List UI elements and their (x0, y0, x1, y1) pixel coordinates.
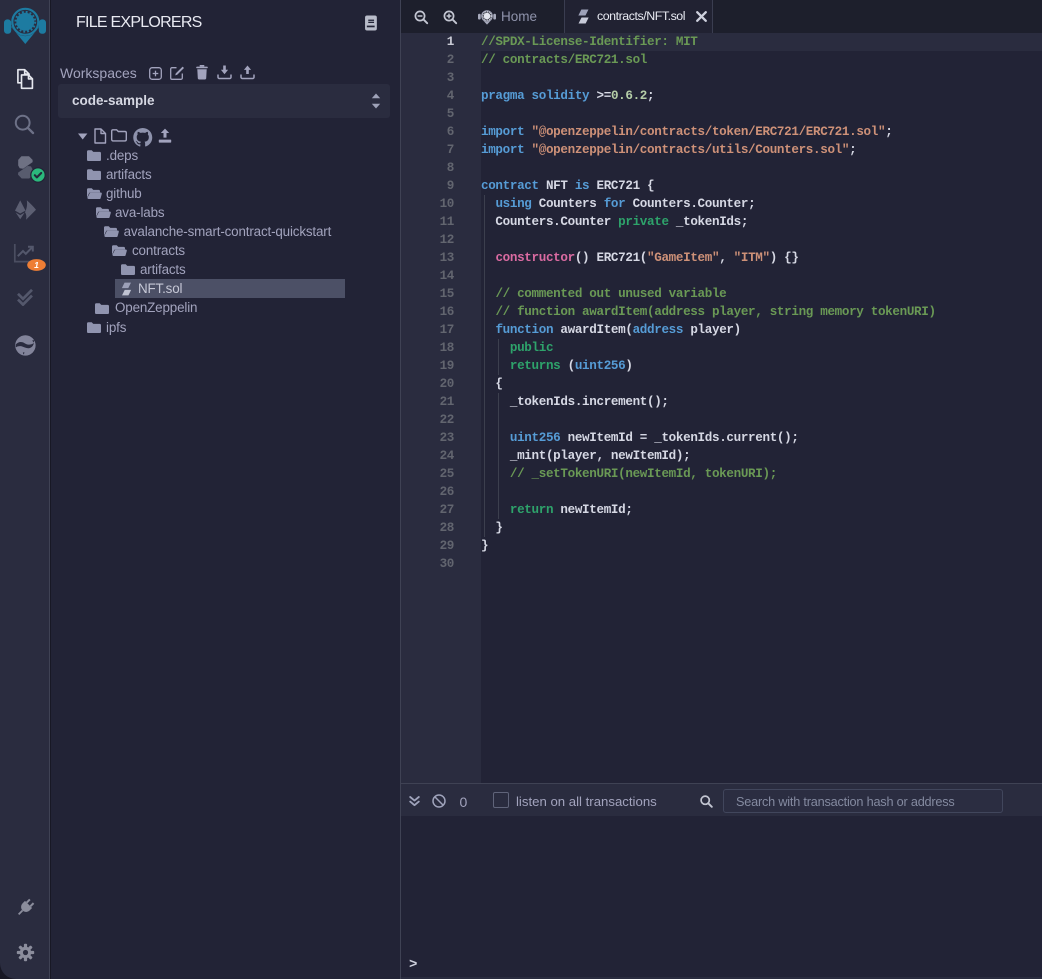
svg-text:1: 1 (34, 260, 39, 270)
